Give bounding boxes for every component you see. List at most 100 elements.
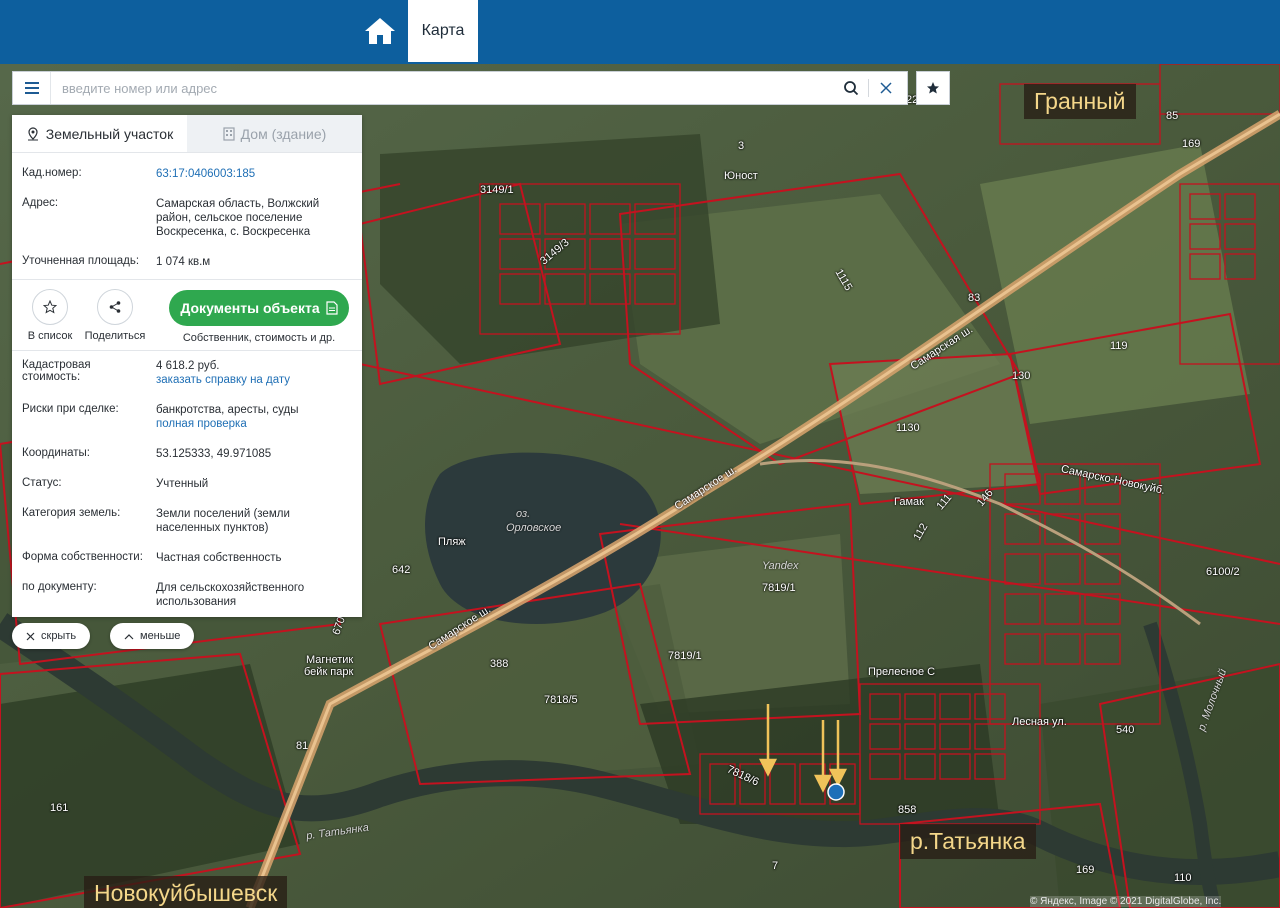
chevron-up-icon (124, 633, 134, 639)
place-magnetic-2: бейк парк (304, 666, 354, 678)
plot-label: 7818/5 (544, 694, 578, 706)
lake-label-1: оз. (516, 508, 531, 520)
add-to-list-label: В список (27, 330, 73, 342)
status-label: Статус: (22, 477, 62, 489)
row-area: Уточненная площадь: 1 074 кв.м (12, 255, 362, 279)
search-bar (12, 71, 908, 105)
tab-house-label: Дом (здание) (240, 125, 327, 142)
row-ownership: Форма собственности: Частная собственнос… (12, 551, 362, 581)
cad-number-value[interactable]: 63:17:0406003:185 (156, 167, 352, 181)
plot-label: 858 (898, 804, 917, 816)
plot-label: 642 (392, 564, 411, 576)
area-label: Уточненная площадь: (22, 255, 140, 267)
search-separator (868, 79, 869, 97)
panel-tabs: Земельный участок Дом (здание) (12, 115, 362, 153)
plot-label: 6100/2 (1206, 566, 1240, 578)
search-icon[interactable] (838, 73, 864, 103)
ownership-label: Форма собственности: (22, 551, 143, 563)
hide-panel-button[interactable]: скрыть (12, 623, 91, 649)
plot-label: 169 (1182, 138, 1201, 150)
address-label: Адрес: (22, 197, 59, 209)
docs-subtitle: Собственник, стоимость и др. (182, 332, 336, 344)
plot-label: 7 (772, 860, 779, 872)
plot-label: 3149/1 (480, 184, 514, 196)
cad-value-label: Кадастровая стоимость: (22, 359, 91, 383)
plot-label: 85 (1166, 110, 1179, 122)
place-magnetic-1: Магнетик (306, 654, 354, 666)
plot-label: 388 (490, 658, 509, 670)
plot-label: 110 (1174, 872, 1192, 884)
share-button[interactable] (97, 289, 133, 325)
coords-value: 53.125333, 49.971085 (156, 448, 272, 460)
street-lesnaya: Лесная ул. (1012, 716, 1067, 728)
row-cad-value: Кадастровая стоимость: 4 618.2 руб. зака… (12, 359, 362, 403)
area-value: 1 074 кв.м (156, 256, 211, 268)
docs-button-label: Документы объекта (180, 300, 320, 316)
share-icon (109, 301, 121, 313)
row-category: Категория земель: Земли поселений (земли… (12, 507, 362, 551)
risks-label: Риски при сделке: (22, 403, 119, 415)
plot-label: 1130 (896, 422, 920, 434)
row-status: Статус: Учтенный (12, 477, 362, 507)
search-input[interactable] (51, 73, 838, 103)
row-address: Адрес: Самарская область, Волжский район… (12, 197, 362, 255)
yandex-watermark: Yandex (762, 560, 799, 572)
map-copyright: © Яндекс, Image © 2021 DigitalGlobe, Inc… (1030, 896, 1222, 907)
status-value: Учтенный (156, 478, 209, 490)
category-value: Земли поселений (земли населенных пункто… (156, 508, 290, 534)
place-beach: Пляж (438, 536, 466, 548)
row-risks: Риски при сделке: банкротства, аресты, с… (12, 403, 362, 447)
cad-number-label: Кад.номер: (22, 167, 82, 179)
place-yunost: Юност (724, 170, 758, 182)
row-cad-number: Кад.номер: 63:17:0406003:185 (12, 167, 362, 197)
callout-granny: Гранный (1024, 84, 1136, 119)
full-check-link[interactable]: полная проверка (156, 417, 352, 431)
road-83: 83 (968, 292, 981, 304)
star-outline-icon (43, 300, 57, 314)
star-icon (927, 82, 939, 94)
by-doc-label: по документу: (22, 581, 97, 593)
road-81: 81 (296, 740, 309, 752)
row-coords: Координаты: 53.125333, 49.971085 (12, 447, 362, 477)
object-info-panel: Земельный участок Дом (здание) Кад.номер… (12, 115, 362, 617)
category-label: Категория земель: (22, 507, 121, 519)
hide-label: скрыть (41, 630, 77, 642)
tab-land-plot[interactable]: Земельный участок (12, 115, 187, 152)
plot-label: 7819/1 (668, 650, 702, 662)
lake-label-2: Орловское (506, 522, 562, 534)
clear-icon[interactable] (873, 73, 899, 103)
by-doc-value: Для сельскохозяйственного использования (156, 582, 305, 608)
tab-house[interactable]: Дом (здание) (187, 115, 362, 152)
row-by-document: по документу: Для сельскохозяйственного … (12, 581, 362, 617)
plot-label: 130 (1012, 370, 1031, 382)
place-gamak: Гамак (894, 496, 924, 508)
plot-label: 169 (1076, 864, 1095, 876)
tab-map[interactable]: Карта (408, 0, 478, 62)
place-prelestnoe: Прелесное С (868, 666, 936, 678)
plot-label: 119 (1110, 340, 1128, 352)
share-label: Поделиться (84, 330, 146, 342)
object-documents-button[interactable]: Документы объекта (169, 290, 349, 326)
top-nav-bar: Карта (0, 0, 1280, 64)
location-pin-icon (27, 126, 38, 140)
document-icon (326, 301, 338, 315)
less-label: меньше (140, 630, 181, 642)
home-icon[interactable] (362, 14, 398, 48)
callout-novokuybyshevsk: Новокуйбышевск (84, 876, 288, 908)
collapse-panel-button[interactable]: меньше (110, 623, 195, 649)
risks-block: банкротства, аресты, суды полная проверк… (156, 403, 352, 431)
risks-value: банкротства, аресты, суды (156, 404, 299, 416)
add-to-list-button[interactable] (32, 289, 68, 325)
favorites-button[interactable] (916, 71, 950, 105)
plot-label: 7819/1 (762, 582, 796, 594)
cad-value: 4 618.2 руб. (156, 360, 220, 372)
plot-label: 3 (738, 140, 745, 152)
building-icon (223, 126, 235, 141)
cad-value-block: 4 618.2 руб. заказать справку на дату (156, 359, 352, 387)
tab-land-label: Земельный участок (45, 125, 174, 142)
ownership-value: Частная собственность (156, 552, 282, 564)
close-icon (26, 632, 35, 640)
plot-label: 540 (1116, 724, 1135, 736)
order-certificate-link[interactable]: заказать справку на дату (156, 373, 352, 387)
menu-icon[interactable] (13, 72, 51, 104)
